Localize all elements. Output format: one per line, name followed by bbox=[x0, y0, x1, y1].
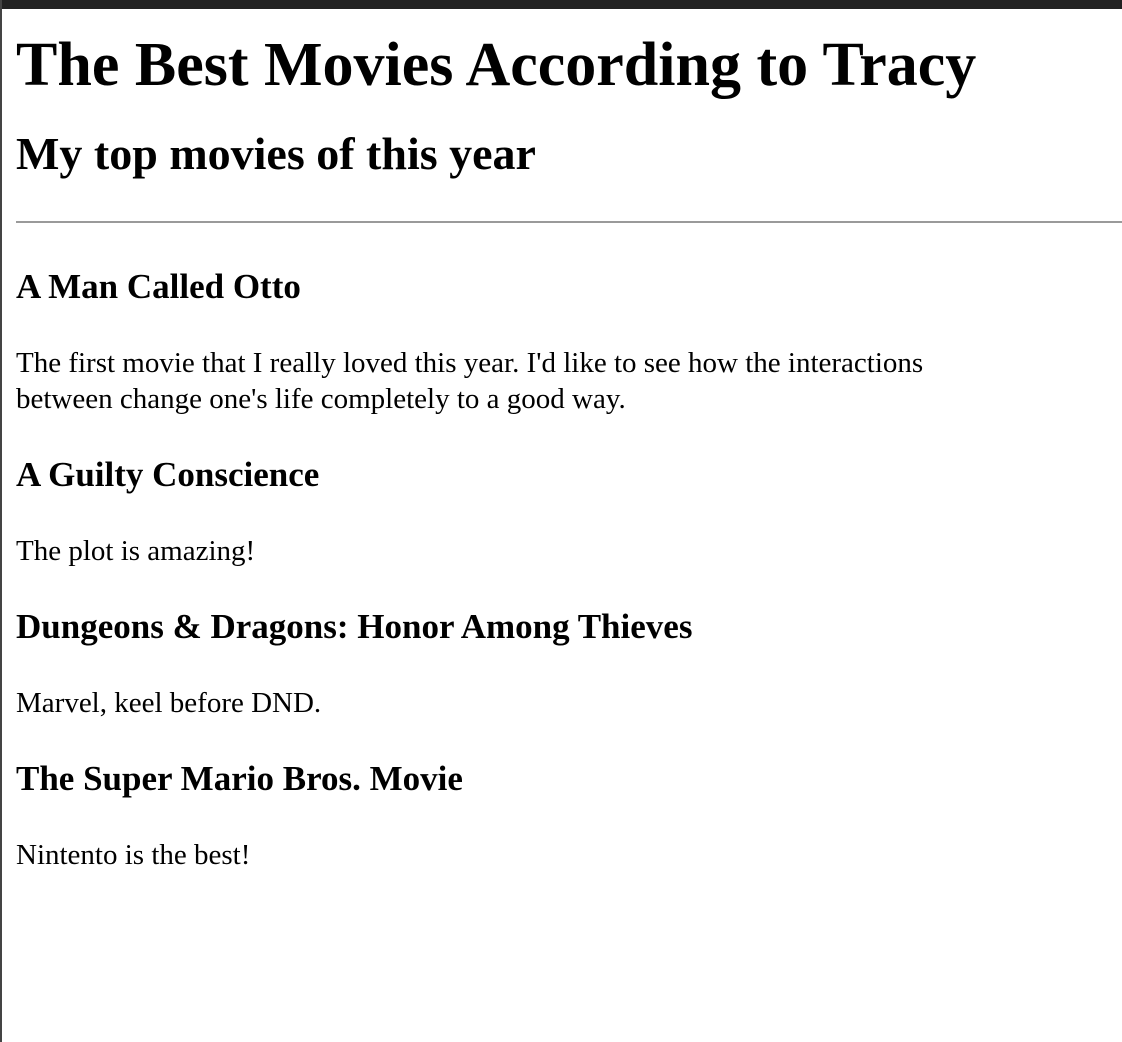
movie-entry: A Guilty Conscience The plot is amazing! bbox=[16, 455, 1122, 569]
movie-entry: A Man Called Otto The first movie that I… bbox=[16, 267, 1122, 417]
page-subtitle: My top movies of this year bbox=[16, 128, 536, 179]
window-top-edge bbox=[0, 0, 1122, 9]
horizontal-divider bbox=[16, 221, 1122, 223]
movie-title: A Guilty Conscience bbox=[16, 455, 320, 494]
movie-review: Nintento is the best! bbox=[16, 839, 251, 871]
movie-title: Dungeons & Dragons: Honor Among Thieves bbox=[16, 607, 693, 646]
movie-entry: Dungeons & Dragons: Honor Among Thieves … bbox=[16, 607, 1122, 721]
movie-list: A Man Called Otto The first movie that I… bbox=[16, 267, 1122, 873]
movie-title: The Super Mario Bros. Movie bbox=[16, 759, 463, 798]
movie-review: The first movie that I really loved this… bbox=[16, 347, 924, 415]
movie-title: A Man Called Otto bbox=[16, 267, 301, 306]
window-left-edge bbox=[0, 0, 2, 1042]
page-content: The Best Movies According to Tracy My to… bbox=[16, 9, 1122, 873]
browser-viewport: The Best Movies According to Tracy My to… bbox=[0, 0, 1122, 1042]
movie-review: The plot is amazing! bbox=[16, 535, 256, 567]
page-title: The Best Movies According to Tracy bbox=[16, 31, 977, 99]
movie-review: Marvel, keel before DND. bbox=[16, 687, 322, 719]
movie-entry: The Super Mario Bros. Movie Nintento is … bbox=[16, 759, 1122, 873]
